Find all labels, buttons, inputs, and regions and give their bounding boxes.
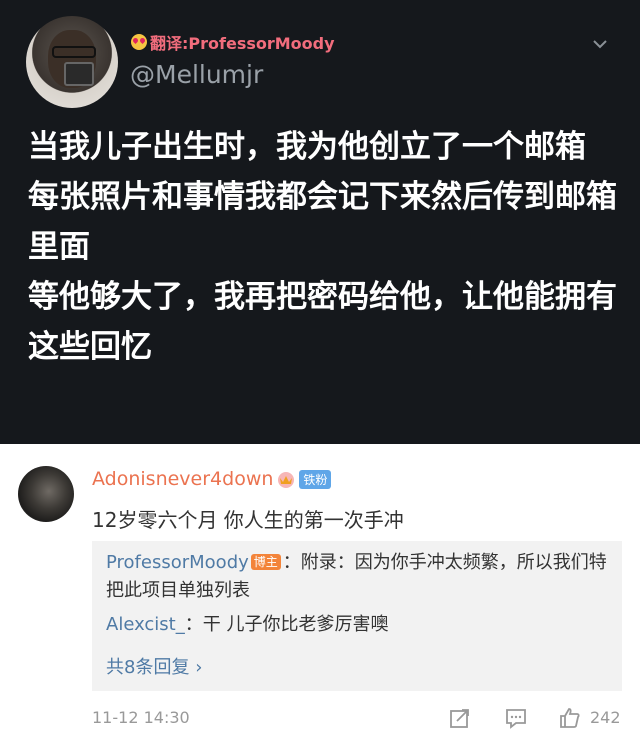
fan-badge: 铁粉 bbox=[299, 469, 332, 489]
tweet-card: 翻译:ProfessorMoody @Mellumjr 当我儿子出生时，我为他创… bbox=[0, 0, 640, 444]
more-replies-link[interactable]: 共8条回复 › bbox=[106, 653, 202, 679]
comment-icon[interactable] bbox=[504, 706, 528, 730]
commenter-avatar[interactable] bbox=[18, 466, 74, 522]
reply-item: ProfessorMoody 博主 ：附录：因为你手冲太频繁，所以我们特把此项目单独… bbox=[106, 549, 612, 605]
tweet-avatar[interactable] bbox=[26, 16, 118, 108]
crown-icon bbox=[278, 472, 295, 488]
comment-time: 11-12 14:30 bbox=[92, 708, 190, 727]
comment-card: Adonisnever4down 铁粉 12岁零六个月 你人生的第一次手冲 Pr… bbox=[0, 444, 640, 737]
reply-text: ：干 儿子你比老爹厉害噢 bbox=[184, 614, 389, 635]
like-icon[interactable] bbox=[558, 706, 582, 730]
avatar-glasses bbox=[52, 46, 96, 58]
tweet-line: 等他够大了，我再把密码给他，让他能拥有这些回忆 bbox=[28, 279, 617, 365]
tweet-body: 当我儿子出生时，我为他创立了一个邮箱 每张照片和事情我都会记下来然后传到邮箱里面… bbox=[28, 122, 620, 372]
tweet-line: 每张照片和事情我都会记下来然后传到邮箱里面 bbox=[28, 179, 617, 265]
heart-eyes-emoji-icon bbox=[131, 34, 147, 50]
share-icon[interactable] bbox=[448, 706, 472, 730]
reply-username[interactable]: Alexcist_ bbox=[106, 614, 185, 635]
like-count: 242 bbox=[590, 708, 621, 727]
comment-footer: 11-12 14:30 242 bbox=[92, 706, 628, 732]
commenter-username[interactable]: Adonisnever4down bbox=[92, 468, 273, 490]
tweet-handle[interactable]: @Mellumjr bbox=[130, 60, 263, 89]
avatar-phone bbox=[64, 62, 94, 86]
chevron-right-icon: › bbox=[195, 657, 203, 678]
translator-label[interactable]: 翻译:ProfessorMoody bbox=[131, 30, 335, 54]
replies-box[interactable]: ProfessorMoody 博主 ：附录：因为你手冲太频繁，所以我们特把此项目单独… bbox=[92, 541, 622, 691]
translator-text: 翻译:ProfessorMoody bbox=[150, 34, 335, 53]
reply-item: Alexcist_：干 儿子你比老爹厉害噢 bbox=[106, 611, 612, 639]
reply-username[interactable]: ProfessorMoody bbox=[106, 552, 249, 573]
tweet-line: 当我儿子出生时，我为他创立了一个邮箱 bbox=[28, 129, 586, 165]
commenter-header: Adonisnever4down 铁粉 bbox=[92, 468, 332, 490]
comment-text: 12岁零六个月 你人生的第一次手冲 bbox=[92, 508, 404, 532]
more-replies-label: 共8条回复 bbox=[106, 657, 190, 678]
chevron-down-icon[interactable] bbox=[593, 37, 607, 51]
host-badge: 博主 bbox=[250, 554, 281, 570]
